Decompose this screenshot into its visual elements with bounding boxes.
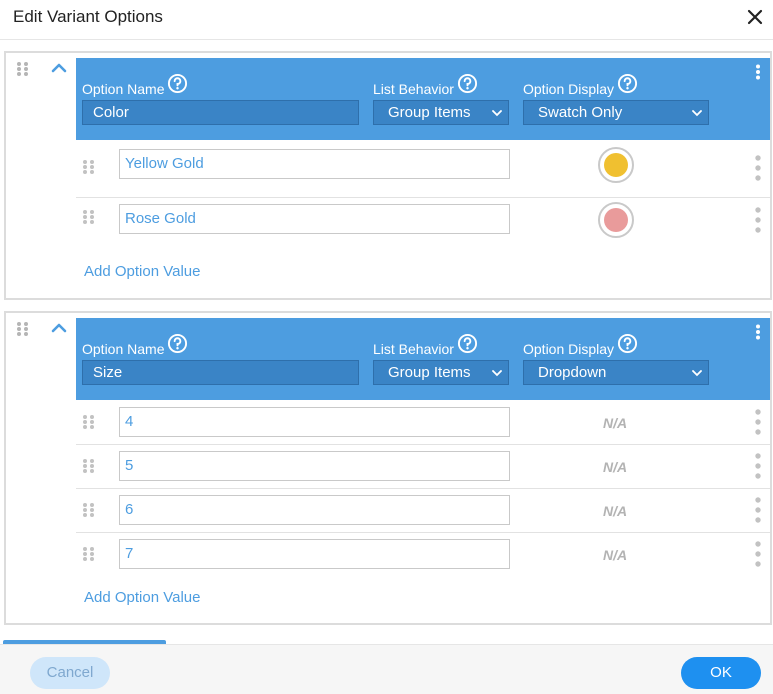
more-vertical-icon[interactable] — [754, 324, 762, 340]
drag-handle-icon[interactable] — [82, 502, 96, 518]
help-icon[interactable] — [167, 333, 188, 354]
chevron-down-icon — [492, 110, 502, 117]
list-behavior-value: Group Items — [388, 104, 471, 121]
option-name-label-text: Option Name — [82, 341, 165, 357]
option-value-row: 7 N/A — [76, 533, 770, 577]
more-vertical-icon[interactable] — [754, 206, 762, 234]
drag-handle-icon[interactable] — [82, 458, 96, 474]
option-value-row: Rose Gold — [76, 198, 770, 250]
drag-handle-icon[interactable] — [82, 209, 96, 225]
option-name-input[interactable]: Size — [82, 360, 359, 385]
help-icon[interactable] — [617, 73, 638, 94]
not-applicable-text: N/A — [603, 547, 628, 563]
more-vertical-icon[interactable] — [754, 408, 762, 436]
dialog-footer: Cancel OK — [0, 644, 773, 694]
option-header: Option Name Color List Behavior Group It… — [76, 58, 770, 140]
more-vertical-icon[interactable] — [754, 452, 762, 480]
option-value-row: 5 N/A — [76, 445, 770, 489]
more-vertical-icon[interactable] — [754, 540, 762, 568]
option-value-input[interactable]: 4 — [119, 407, 510, 437]
option-value-row: 4 N/A — [76, 400, 770, 445]
dialog-header: Edit Variant Options — [0, 0, 773, 40]
drag-handle-icon[interactable] — [82, 546, 96, 562]
option-display-label: Option Display — [523, 73, 638, 97]
drag-handle-icon[interactable] — [82, 414, 96, 430]
list-behavior-label: List Behavior — [373, 333, 478, 357]
option-display-select[interactable]: Swatch Only — [523, 100, 709, 125]
list-behavior-label-text: List Behavior — [373, 341, 454, 357]
option-display-label: Option Display — [523, 333, 638, 357]
option-display-label-text: Option Display — [523, 341, 615, 357]
option-value-input[interactable]: 5 — [119, 451, 510, 481]
option-display-value: Swatch Only — [538, 104, 623, 121]
swatch-fill — [604, 153, 628, 177]
close-icon[interactable] — [745, 7, 765, 27]
options-scroll-area[interactable]: Option Name Color List Behavior Group It… — [0, 41, 773, 644]
option-value-input[interactable]: 7 — [119, 539, 510, 569]
option-header: Option Name Size List Behavior Group Ite… — [76, 318, 770, 400]
list-behavior-label-text: List Behavior — [373, 81, 454, 97]
list-behavior-label: List Behavior — [373, 73, 478, 97]
option-name-label: Option Name — [82, 73, 188, 97]
option-value-input[interactable]: 6 — [119, 495, 510, 525]
option-value-input[interactable]: Rose Gold — [119, 204, 510, 234]
option-name-label: Option Name — [82, 333, 188, 357]
collapse-chevron-icon[interactable] — [50, 61, 68, 75]
collapse-chevron-icon[interactable] — [50, 321, 68, 335]
more-vertical-icon[interactable] — [754, 64, 762, 80]
option-value-input[interactable]: Yellow Gold — [119, 149, 510, 179]
drag-handle-icon[interactable] — [16, 61, 30, 77]
option-value-row: Yellow Gold — [76, 140, 770, 198]
option-display-select[interactable]: Dropdown — [523, 360, 709, 385]
help-icon[interactable] — [457, 333, 478, 354]
color-swatch[interactable] — [598, 202, 634, 238]
option-name-label-text: Option Name — [82, 81, 165, 97]
color-swatch[interactable] — [598, 147, 634, 183]
drag-handle-icon[interactable] — [16, 321, 30, 337]
help-icon[interactable] — [167, 73, 188, 94]
swatch-fill — [604, 208, 628, 232]
option-card-size: Option Name Size List Behavior Group Ite… — [4, 311, 772, 625]
dialog-title: Edit Variant Options — [13, 7, 163, 26]
option-display-value: Dropdown — [538, 364, 607, 381]
not-applicable-text: N/A — [603, 459, 628, 475]
not-applicable-text: N/A — [603, 503, 628, 519]
add-option-value-link[interactable]: Add Option Value — [84, 589, 200, 606]
chevron-down-icon — [492, 370, 502, 377]
list-behavior-value: Group Items — [388, 364, 471, 381]
more-vertical-icon[interactable] — [754, 154, 762, 182]
list-behavior-select[interactable]: Group Items — [373, 360, 509, 385]
add-option-value-link[interactable]: Add Option Value — [84, 263, 200, 280]
help-icon[interactable] — [617, 333, 638, 354]
option-value-row: 6 N/A — [76, 489, 770, 533]
cancel-button[interactable]: Cancel — [30, 657, 110, 689]
help-icon[interactable] — [457, 73, 478, 94]
chevron-down-icon — [692, 370, 702, 377]
list-behavior-select[interactable]: Group Items — [373, 100, 509, 125]
option-display-label-text: Option Display — [523, 81, 615, 97]
ok-button[interactable]: OK — [681, 657, 761, 689]
not-applicable-text: N/A — [603, 415, 628, 431]
option-card-color: Option Name Color List Behavior Group It… — [4, 51, 772, 300]
chevron-down-icon — [692, 110, 702, 117]
option-name-input[interactable]: Color — [82, 100, 359, 125]
drag-handle-icon[interactable] — [82, 159, 96, 175]
more-vertical-icon[interactable] — [754, 496, 762, 524]
